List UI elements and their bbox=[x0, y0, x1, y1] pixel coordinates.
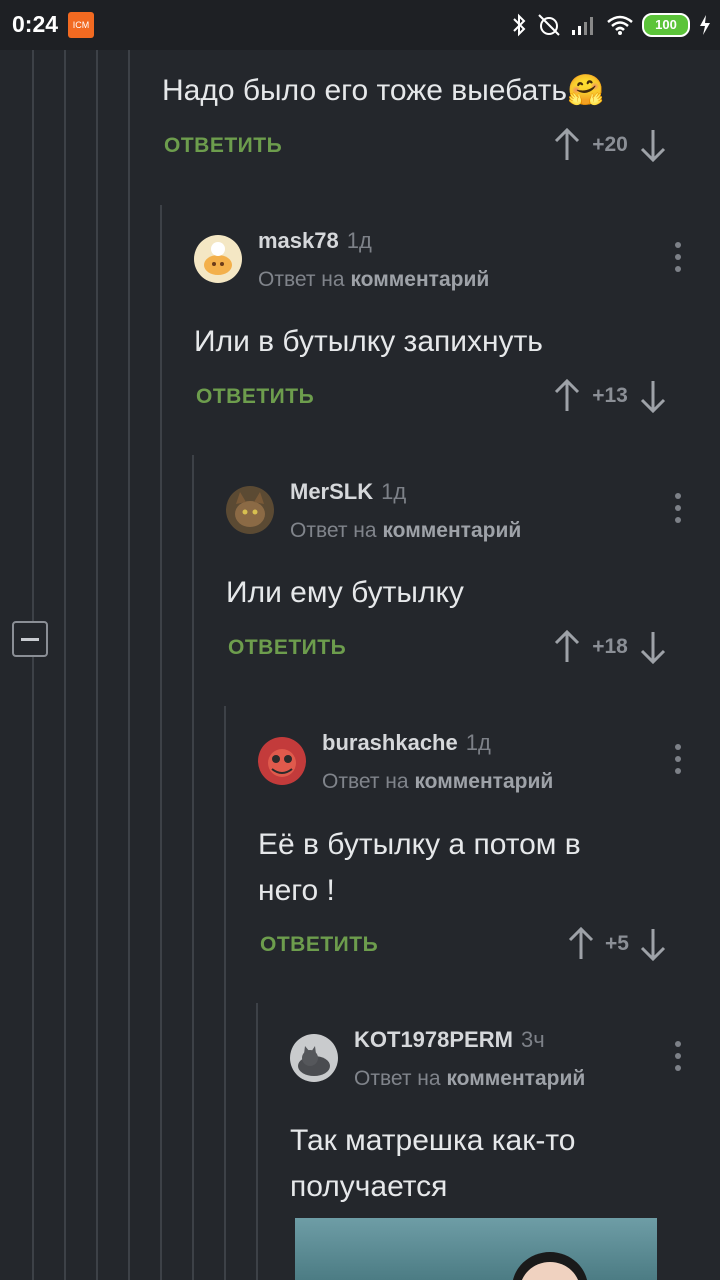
status-time: 0:24 bbox=[12, 11, 59, 37]
comment-time: 1д bbox=[465, 730, 491, 755]
thread-line-5 bbox=[160, 205, 162, 1280]
upvote-icon[interactable] bbox=[552, 630, 582, 664]
comment-time: 3ч bbox=[520, 1027, 545, 1052]
downvote-icon[interactable] bbox=[638, 379, 668, 413]
reply-button[interactable]: ОТВЕТИТЬ bbox=[260, 933, 378, 957]
upvote-icon[interactable] bbox=[552, 128, 582, 162]
score: +5 bbox=[605, 932, 629, 955]
avatar[interactable] bbox=[226, 486, 274, 534]
username-text[interactable]: burashkache bbox=[322, 730, 458, 755]
thread-line-7 bbox=[224, 706, 226, 1280]
thread-line-1 bbox=[32, 50, 34, 621]
comment-time: 1д bbox=[381, 479, 407, 504]
avatar[interactable] bbox=[194, 235, 242, 283]
reply-to-link[interactable]: комментарий bbox=[446, 1067, 585, 1090]
reply-button[interactable]: ОТВЕТИТЬ bbox=[196, 385, 314, 409]
more-options-icon[interactable] bbox=[673, 1041, 683, 1075]
vote-controls: +20 bbox=[552, 128, 668, 162]
vote-controls: +5 bbox=[566, 927, 668, 961]
status-icons: 100 bbox=[510, 10, 712, 40]
downvote-icon[interactable] bbox=[638, 128, 668, 162]
username[interactable]: mask78 1д bbox=[258, 228, 372, 254]
comment-text: Или ему бутылку bbox=[226, 576, 464, 609]
username-text[interactable]: KOT1978PERM bbox=[354, 1027, 513, 1052]
thread-line-3 bbox=[96, 50, 98, 1280]
more-options-icon[interactable] bbox=[673, 242, 683, 276]
downvote-icon[interactable] bbox=[638, 630, 668, 664]
thread-line-4 bbox=[128, 50, 130, 1280]
avatar[interactable] bbox=[258, 737, 306, 785]
more-options-icon[interactable] bbox=[673, 744, 683, 778]
reply-button[interactable]: ОТВЕТИТЬ bbox=[164, 134, 282, 158]
comment-text-line: Её в бутылку а потом в bbox=[258, 828, 581, 861]
comment-text-line: получается bbox=[290, 1170, 448, 1203]
upvote-icon[interactable] bbox=[566, 927, 596, 961]
score: +18 bbox=[592, 635, 628, 658]
collapse-thread-button[interactable] bbox=[12, 621, 48, 657]
reply-to-link[interactable]: комментарий bbox=[382, 519, 521, 542]
app-notification-icon: ICM bbox=[68, 12, 94, 38]
reply-to-prefix: Ответ на bbox=[258, 268, 345, 291]
reply-to-line: Ответ на комментарий bbox=[258, 268, 489, 292]
wifi-icon bbox=[607, 15, 633, 35]
reply-to-prefix: Ответ на bbox=[290, 519, 377, 542]
alarm-off-icon bbox=[538, 14, 560, 36]
comment-time: 1д bbox=[346, 228, 372, 253]
comment-image[interactable] bbox=[295, 1218, 657, 1280]
reply-to-prefix: Ответ на bbox=[354, 1067, 441, 1090]
upvote-icon[interactable] bbox=[552, 379, 582, 413]
score: +13 bbox=[592, 384, 628, 407]
comment-text-line: Так матрешка как-то bbox=[290, 1124, 576, 1157]
thread-line-8 bbox=[256, 1003, 258, 1280]
username[interactable]: KOT1978PERM 3ч bbox=[354, 1027, 545, 1053]
vote-controls: +18 bbox=[552, 630, 668, 664]
thread-line-1b bbox=[32, 657, 34, 1280]
username-text[interactable]: mask78 bbox=[258, 228, 339, 253]
reply-to-link[interactable]: комментарий bbox=[350, 268, 489, 291]
username-text[interactable]: MerSLK bbox=[290, 479, 373, 504]
battery-indicator: 100 bbox=[642, 13, 690, 37]
thread-line-6 bbox=[192, 455, 194, 1280]
comment-text-line: него ! bbox=[258, 874, 335, 907]
comment-text: Надо было его тоже выебать🤗 bbox=[162, 74, 605, 107]
vote-controls: +13 bbox=[552, 379, 668, 413]
reply-to-prefix: Ответ на bbox=[322, 770, 409, 793]
username[interactable]: burashkache 1д bbox=[322, 730, 491, 756]
reply-to-line: Ответ на комментарий bbox=[290, 519, 521, 543]
charging-icon bbox=[700, 15, 710, 35]
score: +20 bbox=[592, 133, 628, 156]
bluetooth-icon bbox=[513, 13, 526, 37]
reply-to-line: Ответ на комментарий bbox=[354, 1067, 585, 1091]
signal-icon bbox=[572, 17, 593, 35]
downvote-icon[interactable] bbox=[638, 927, 668, 961]
reply-button[interactable]: ОТВЕТИТЬ bbox=[228, 636, 346, 660]
reply-to-link[interactable]: комментарий bbox=[414, 770, 553, 793]
avatar[interactable] bbox=[290, 1034, 338, 1082]
comment-text: Или в бутылку запихнуть bbox=[194, 325, 543, 358]
reply-to-line: Ответ на комментарий bbox=[322, 770, 553, 794]
status-bar: 0:24 ICM 100 bbox=[0, 0, 720, 50]
username[interactable]: MerSLK 1д bbox=[290, 479, 406, 505]
thread-line-2 bbox=[64, 50, 66, 1280]
more-options-icon[interactable] bbox=[673, 493, 683, 527]
